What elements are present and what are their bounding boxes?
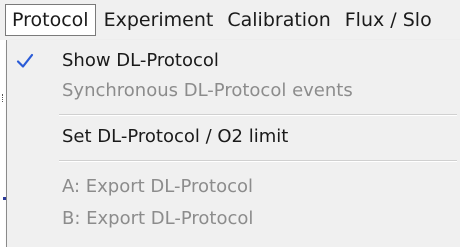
menu-item-show-dl-protocol[interactable]: Show DL-Protocol (7, 44, 460, 78)
menu-item-label: B: Export DL-Protocol (62, 208, 254, 229)
protocol-dropdown-menu: Show DL-Protocol Synchronous DL-Protocol… (6, 40, 460, 247)
checkmark-icon (14, 48, 36, 74)
menu-item-set-dl-protocol-o2-limit[interactable]: Set DL-Protocol / O2 limit (7, 120, 460, 154)
app-window: Protocol Experiment Calibration Flux / S… (0, 0, 460, 247)
menu-item-label: A: Export DL-Protocol (62, 176, 254, 197)
menu-protocol[interactable]: Protocol (5, 4, 96, 36)
menu-item-b-export-dl-protocol: B: Export DL-Protocol (7, 202, 460, 236)
menu-item-synchronous-dl-protocol-events: Synchronous DL-Protocol events (7, 74, 460, 108)
menu-calibration[interactable]: Calibration (221, 5, 336, 35)
menu-experiment[interactable]: Experiment (98, 5, 220, 35)
menu-separator (59, 114, 457, 116)
menu-item-label: Show DL-Protocol (62, 50, 219, 71)
menu-item-label: Synchronous DL-Protocol events (62, 80, 353, 101)
menu-item-label: Set DL-Protocol / O2 limit (62, 126, 289, 147)
menu-separator (59, 160, 457, 162)
menu-item-a-export-dl-protocol: A: Export DL-Protocol (7, 170, 460, 204)
menu-bar: Protocol Experiment Calibration Flux / S… (0, 0, 460, 40)
menu-flux-slope[interactable]: Flux / Slo (339, 5, 438, 35)
